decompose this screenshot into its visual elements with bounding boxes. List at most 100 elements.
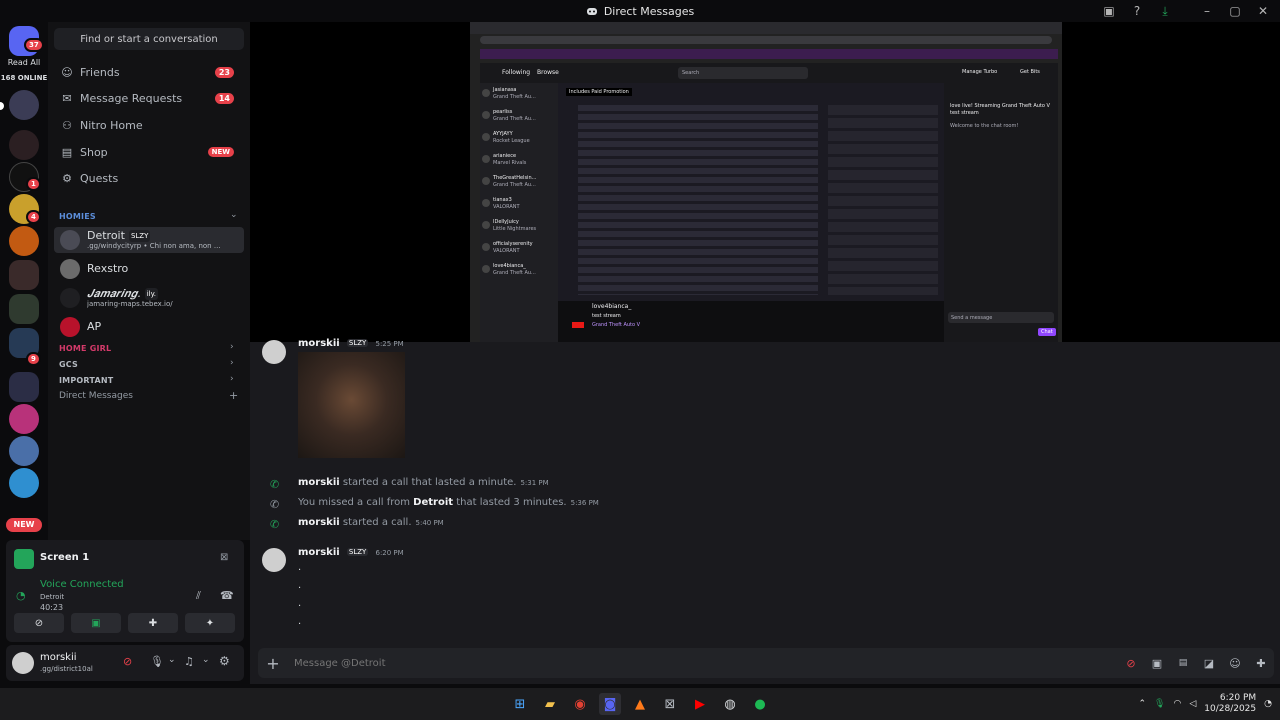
category-important[interactable]: IMPORTANT [59,376,113,385]
youtube-icon[interactable]: ▶ [689,693,711,715]
user-avatar[interactable] [12,652,34,674]
dm-jamaring[interactable]: 𝑱𝒂𝒎𝒂𝒓𝒊𝒏𝒈. ily. jamaring-maps.tebex.io/ [54,285,244,311]
close-button[interactable]: ✕ [1252,2,1274,20]
message-input[interactable] [294,657,1118,669]
sticker-icon[interactable]: ◪ [1196,657,1222,670]
nav-quests[interactable]: ⚙ Quests [54,166,244,190]
discord-taskbar-icon[interactable]: ◙ [599,693,621,715]
chevron-down-icon[interactable]: ⌄ [230,210,238,220]
dm-ap[interactable]: AP [54,314,244,340]
tab-browse[interactable]: Browse [537,69,559,76]
chat-send-button[interactable]: Chat [1038,328,1056,336]
read-all-button[interactable]: Read All [0,58,48,67]
caller-name[interactable]: Detroit [413,497,453,508]
server-icon[interactable] [9,404,39,434]
soundboard-button[interactable]: ✦ [185,613,235,633]
streamer-name[interactable]: love4bianca_ [592,303,631,310]
server-icon[interactable] [9,436,39,466]
followed-channel[interactable]: arianiece Marvel Rivals [482,153,556,171]
emoji-icon[interactable]: ☺ [1222,657,1248,670]
followed-channel[interactable]: AYYJAYY Rocket League [482,131,556,149]
find-conversation-button[interactable]: Find or start a conversation [54,28,244,50]
headphones-icon[interactable]: ♫ [184,655,194,668]
category-homies[interactable]: HOMIES [59,212,96,221]
notification-icon[interactable]: ◔ [1264,699,1272,709]
user-name[interactable]: morskii [40,652,77,663]
caller-name[interactable]: morskii [298,517,340,528]
help-icon[interactable]: ? [1126,2,1148,20]
followed-channel[interactable]: TheGreatHelsin... Grand Theft Au... [482,175,556,193]
dm-detroit[interactable]: Detroit SLZY .gg/windycityrp • Chi non am… [54,227,244,253]
chevron-right-icon[interactable]: › [230,342,234,352]
server-icon[interactable] [9,468,39,498]
followed-channel[interactable]: love4bianca_ Grand Theft Au... [482,263,556,281]
chevron-down-icon[interactable]: ⌄ [202,655,210,665]
followed-channel[interactable]: tianax3 VALORANT [482,197,556,215]
disconnect-icon[interactable]: ☎ [220,589,234,602]
server-folder[interactable] [9,294,39,324]
inbox-icon[interactable]: ▣ [1098,2,1120,20]
tray-chevron-icon[interactable]: ⌃ [1139,699,1147,709]
clock[interactable]: 6:20 PM 10/28/2025 [1204,693,1256,715]
folder-icon[interactable] [9,372,39,402]
manage-turbo-button[interactable]: Manage Turbo [962,69,997,75]
screen-share-button[interactable]: ▣ [71,613,121,633]
server-icon[interactable] [9,130,39,160]
microphone-tray-icon[interactable]: 🎙 [1154,699,1165,709]
author-name[interactable]: morskii [298,338,340,349]
file-explorer-icon[interactable]: ▰ [539,693,561,715]
chevron-right-icon[interactable]: › [230,374,234,384]
caller-name[interactable]: morskii [298,477,340,488]
add-attachment-icon[interactable]: + [258,654,288,673]
nav-nitro-home[interactable]: ⚇ Nitro Home [54,113,244,137]
voice-channel[interactable]: Detroit [40,593,64,601]
volume-icon[interactable]: ◁ [1189,699,1196,709]
nav-message-requests[interactable]: ✉ Message Requests 14 [54,86,244,110]
microphone-icon[interactable]: 🎙 [150,655,164,668]
wifi-icon[interactable]: ◠ [1173,699,1181,709]
maximize-button[interactable]: ▢ [1224,2,1246,20]
category-home-girl[interactable]: HOME GIRL [59,344,111,353]
get-bits-button[interactable]: Get Bits [1020,69,1040,75]
server-icon[interactable] [9,90,39,120]
image-attachment[interactable] [298,352,405,458]
stream-settings-icon[interactable]: ⊘ [123,655,132,668]
followed-channel[interactable]: officialyserenity VALORANT [482,241,556,259]
noise-suppression-icon[interactable]: ⫽ [196,589,201,603]
nav-shop[interactable]: ▤ Shop NEW [54,140,244,164]
category-gcs[interactable]: GCS [59,360,78,369]
chrome-icon[interactable]: ◉ [569,693,591,715]
tab-following[interactable]: Following [502,69,530,76]
stream-frame[interactable]: Following Browse Search Manage Turbo Get… [470,22,1062,342]
apps-icon[interactable]: ✚ [1248,657,1274,670]
xbox-icon[interactable]: ⊠ [659,693,681,715]
nav-friends[interactable]: ☺ Friends 23 [54,60,244,84]
spotify-icon[interactable]: ● [749,693,771,715]
author-avatar[interactable] [262,548,286,572]
chevron-right-icon[interactable]: › [230,358,234,368]
gif-icon[interactable]: ▤ [1170,658,1196,668]
minimize-button[interactable]: – [1196,2,1218,20]
create-dm-icon[interactable]: + [229,389,238,402]
followed-channel[interactable]: pearliss Grand Theft Au... [482,109,556,127]
author-name[interactable]: morskii [298,547,340,558]
close-stream-icon[interactable]: ⊠ [220,552,228,563]
chat-input[interactable]: Send a message [948,312,1054,323]
activities-button[interactable]: ✚ [128,613,178,633]
stream-game[interactable]: Grand Theft Auto V [592,322,640,328]
nitro-gift-off-icon[interactable]: ⊘ [1118,657,1144,670]
server-icon[interactable] [9,226,39,256]
twitch-search[interactable]: Search [678,67,808,79]
app-icon[interactable]: ▲ [629,693,651,715]
server-folder[interactable] [9,260,39,290]
start-menu-icon[interactable]: ⊞ [509,693,531,715]
author-avatar[interactable] [262,340,286,364]
followed-channel[interactable]: IDellyJuicy Little Nightmares [482,219,556,237]
dm-rexstro[interactable]: Rexstro [54,256,244,282]
camera-off-button[interactable]: ⊘ [14,613,64,633]
followed-channel[interactable]: Jasianasa Grand Theft Au... [482,87,556,105]
gift-icon[interactable]: ▣ [1144,657,1170,670]
settings-gear-icon[interactable]: ⚙ [219,654,230,668]
game-launcher-icon[interactable]: ◍ [719,693,741,715]
chevron-down-icon[interactable]: ⌄ [168,655,176,665]
